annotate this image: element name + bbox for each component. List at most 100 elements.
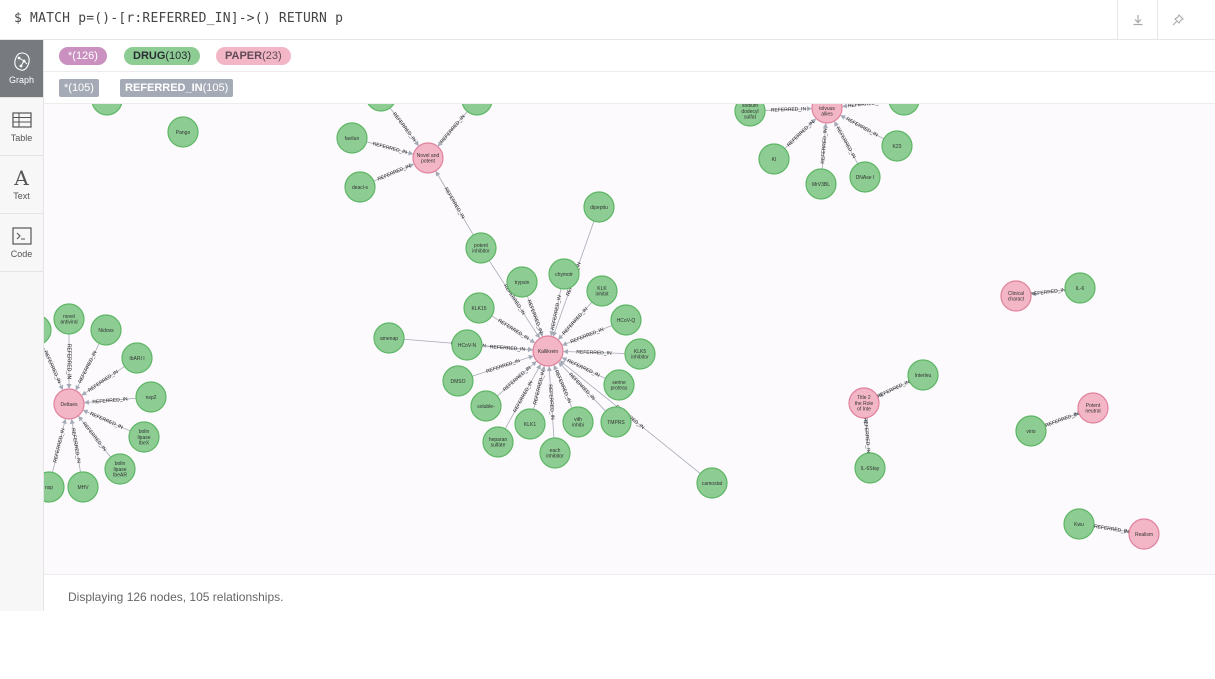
relationship-edge[interactable]: REFERRED_IN [834,121,859,165]
relationship-edge[interactable]: REFERRED_IN [784,118,817,149]
paper-node[interactable]: Clinicalcharact [1000,280,1032,312]
drug-node[interactable]: IbARI I [121,342,153,374]
drug-node[interactable]: HCoV-Q [610,304,642,336]
code-view-button[interactable]: Code [0,214,43,272]
paper-node[interactable]: Title 2the Roleof Inte [848,387,880,419]
relationship-edge[interactable]: REFERRED_IN [562,349,626,357]
drug-node[interactable]: IL-6 [1064,272,1096,304]
drug-node[interactable]: potentinhibitor [465,232,497,264]
table-view-button[interactable]: Table [0,98,43,156]
relationship-edge[interactable]: REFERRED_IN [1030,287,1066,297]
relationship-edge[interactable]: REFERRED_IN [876,379,911,400]
drug-node[interactable]: camostat [696,467,728,499]
node-caption: inhibitor [546,454,564,460]
download-button[interactable] [1117,0,1157,40]
relationship-edge[interactable]: REFERRED_IN [764,106,813,114]
relationship-edge[interactable]: REFERRED_IN [840,115,885,140]
drug-node[interactable]: nsp [44,471,65,503]
drug-node[interactable]: novelantiviral [53,303,85,335]
drug-node[interactable]: chymotr [548,258,580,290]
node-caption: inhibi [572,423,584,429]
graph-view-button[interactable]: Graph [0,40,43,98]
drug-node[interactable]: KLK5inhibitor [624,338,656,370]
drug-node[interactable]: KLK1 [514,408,546,440]
drug-node[interactable]: DNAse I [849,161,881,193]
drug-node[interactable]: KLK15 [463,292,495,324]
node-label-all[interactable]: *(126) [59,47,107,65]
drug-node[interactable]: eachinhibitor [539,437,571,469]
relationship-edge[interactable]: REFERRED_IN [532,365,547,410]
text-view-button[interactable]: A Text [0,156,43,214]
edge-label: REFERRED_IN [876,379,911,400]
drug-node[interactable]: KLKinhibit [586,275,618,307]
drug-node[interactable] [888,104,920,116]
drug-node[interactable]: DMSO [442,365,474,397]
paper-node[interactable]: Realism [1128,518,1160,550]
graph-svg[interactable]: REFERRED_IN REFERRED_INREFERRED_INREFERRE… [44,104,1215,574]
paper-node[interactable]: Kallikrein [532,335,564,367]
drug-node[interactable]: heparansulfate [482,426,514,458]
drug-node[interactable] [461,104,493,116]
drug-node[interactable]: MHV [67,471,99,503]
node-label-drug[interactable]: DRUG(103) [124,47,201,65]
relationship-edge[interactable]: REFERRED_IN [83,396,137,405]
relationship-edge[interactable]: REFERRED_IN [820,122,829,170]
relationship-edge[interactable]: REFERRED_IN [373,163,415,183]
relationship-edge[interactable]: REFERRED_IN [66,334,72,389]
relationship-edge[interactable]: REFERRED_IN [481,344,534,353]
drug-node[interactable]: deacl-s [344,171,376,203]
drug-node[interactable]: Nidovs [90,314,122,346]
query-editor[interactable]: $ MATCH p=()-[r:REFERRED_IN]->() RETURN … [14,11,343,26]
drug-node[interactable]: dipeptiu [583,191,615,223]
pin-button[interactable] [1157,0,1197,40]
rel-type-all[interactable]: *(105) [59,79,99,97]
relationship-edge[interactable]: REFERRED_IN [553,364,573,409]
drug-node[interactable]: bolinlipaseIbeX [128,421,160,453]
edge-arrowhead [562,349,569,355]
drug-node[interactable]: trypsin [506,266,538,298]
relationship-edge[interactable]: REFERRED_IN [435,170,474,236]
relationship-edge[interactable]: REFERRED_IN [437,111,468,147]
relationship-edge[interactable]: REFERRED_IN [52,418,67,473]
drug-node[interactable]: Kwu [1063,508,1095,540]
paper-node[interactable]: Deltaes [53,388,85,420]
drug-node[interactable]: bolinlipaseIbeAR [104,453,136,485]
drug-node[interactable] [91,104,123,116]
edge-label: REFERRED_IN [66,344,72,380]
drug-node[interactable]: soluble- [470,390,502,422]
drug-node[interactable]: favilun [336,122,368,154]
relationship-edge[interactable]: REFERRED_IN [1045,411,1081,429]
drug-node[interactable]: vithinhibi [562,406,594,438]
paper-node[interactable]: Potentneutral [1077,392,1109,424]
drug-node[interactable]: HCoV-N [451,329,483,361]
node-label-paper[interactable]: PAPER(23) [216,47,291,65]
relationship-edge[interactable]: REFERRED_IN [70,418,82,473]
relationship-edge[interactable]: REFERRED_IN [1094,524,1130,535]
rel-type-referred-in[interactable]: REFERRED_IN(105) [120,79,234,97]
node-caption: allies [821,111,833,117]
drug-node[interactable]: sodiumdodecylsulfat [734,104,766,127]
relationship-edge[interactable]: REFERRED_IN [366,141,414,156]
drug-node[interactable]: Interleu [907,359,939,391]
drug-node[interactable]: Pango [167,116,199,148]
relationship-edge[interactable]: REFERRED_IN [491,315,536,344]
relationship-edge[interactable]: REFERRED_IN [549,288,563,337]
drug-node[interactable]: TMPRS [600,406,632,438]
graph-canvas[interactable]: REFERRED_IN REFERRED_IN REFERRED_IN REFERRE… [44,104,1215,574]
relationship-edge[interactable]: REFERRED_IN [44,344,64,391]
drug-node[interactable]: MrV3BL [805,168,837,200]
drug-node[interactable]: KI [758,143,790,175]
drug-node[interactable]: IL-6Stay [854,452,886,484]
relationship-edge[interactable]: REFERRED_IN [841,104,889,109]
relationship-edge[interactable]: REFERRED_IN [862,418,871,454]
drug-node[interactable]: serineproteas [603,369,635,401]
drug-node[interactable]: amenap [373,322,405,354]
drug-node[interactable]: nsp2 [135,381,167,413]
relationship-edge[interactable]: REFERRED_IN [547,365,555,439]
paper-node[interactable]: noveltolvuusallies [811,104,843,124]
drug-node[interactable] [44,315,52,345]
drug-node[interactable]: virio [1015,415,1047,447]
paper-node[interactable]: Novel andpotent [412,142,444,174]
drug-node[interactable]: K23 [881,130,913,162]
relationship-edge[interactable]: REFERRED_IN [389,107,419,147]
